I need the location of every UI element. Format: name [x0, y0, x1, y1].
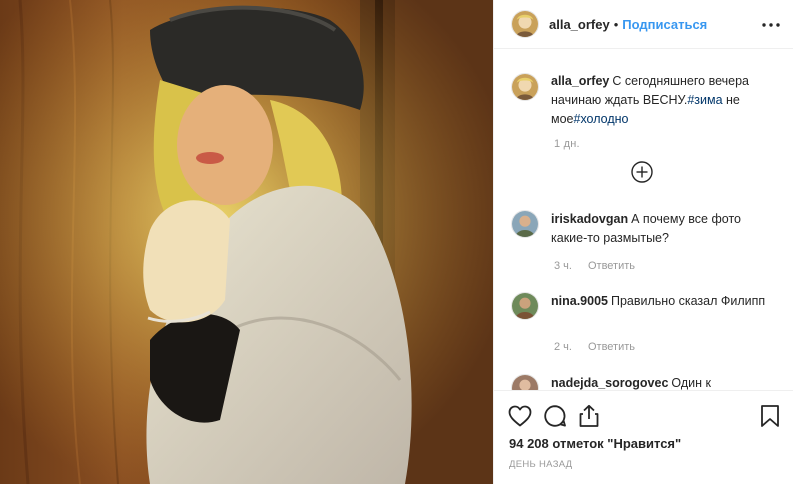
comments-list[interactable]: alla_orfey С сегодняшнего вечера начинаю … [494, 50, 793, 390]
heart-icon[interactable] [507, 403, 533, 429]
post-photo[interactable] [0, 0, 493, 484]
comment-meta: 3 ч. Ответить [554, 260, 635, 272]
comment-item: iriskadovgan А почему все фото какие-то р… [511, 210, 781, 248]
post-photo-image [0, 0, 493, 484]
more-horizontal-icon[interactable] [760, 14, 782, 36]
follow-button[interactable]: Подписаться [622, 17, 707, 32]
commenter-avatar[interactable] [511, 292, 539, 320]
comment-item: nina.9005 Правильно сказал Филипп [511, 292, 781, 320]
author-avatar[interactable] [511, 10, 539, 38]
post-header: alla_orfey • Подписаться [494, 0, 793, 49]
likes-count[interactable]: 94 208 отметок "Нравится" [509, 436, 681, 451]
hashtag-link[interactable]: #зима [687, 93, 722, 107]
hashtag-link[interactable]: #холодно [574, 112, 629, 126]
caption-timestamp[interactable]: 1 дн. [554, 138, 580, 150]
comment-bubble-icon[interactable] [542, 403, 568, 429]
comment-item: nadejda_sorogovec Один к [511, 374, 781, 390]
caption-avatar[interactable] [511, 73, 539, 101]
comment-text: nina.9005 Правильно сказал Филипп [551, 292, 779, 320]
commenter-username[interactable]: nadejda_sorogovec [551, 376, 668, 390]
share-upload-icon[interactable] [576, 403, 602, 429]
comment-text: iriskadovgan А почему все фото какие-то р… [551, 210, 779, 248]
comment-timestamp[interactable]: 3 ч. [554, 260, 572, 272]
commenter-username[interactable]: nina.9005 [551, 294, 608, 308]
comment-text: nadejda_sorogovec Один к [551, 374, 779, 390]
commenter-username[interactable]: iriskadovgan [551, 212, 628, 226]
comment-timestamp[interactable]: 2 ч. [554, 341, 572, 353]
bookmark-icon[interactable] [757, 403, 783, 429]
caption-username[interactable]: alla_orfey [551, 74, 609, 88]
header-separator: • [613, 16, 619, 32]
post-caption: alla_orfey С сегодняшнего вечера начинаю … [511, 72, 781, 129]
commenter-avatar[interactable] [511, 210, 539, 238]
plus-circle-icon[interactable] [631, 161, 653, 183]
comment-body: Один к [671, 376, 711, 390]
comment-meta: 2 ч. Ответить [554, 341, 635, 353]
reply-button[interactable]: Ответить [588, 341, 635, 353]
commenter-avatar[interactable] [511, 374, 539, 390]
reply-button[interactable]: Ответить [588, 260, 635, 272]
comment-body: Правильно сказал Филипп [610, 294, 766, 308]
post-side-panel: alla_orfey • Подписаться alla_orfey С сег… [493, 0, 793, 484]
post-actions-bar [494, 390, 793, 442]
author-username[interactable]: alla_orfey [549, 17, 610, 32]
post-date[interactable]: ДЕНЬ НАЗАД [509, 459, 572, 470]
caption-text: alla_orfey С сегодняшнего вечера начинаю … [551, 72, 779, 129]
